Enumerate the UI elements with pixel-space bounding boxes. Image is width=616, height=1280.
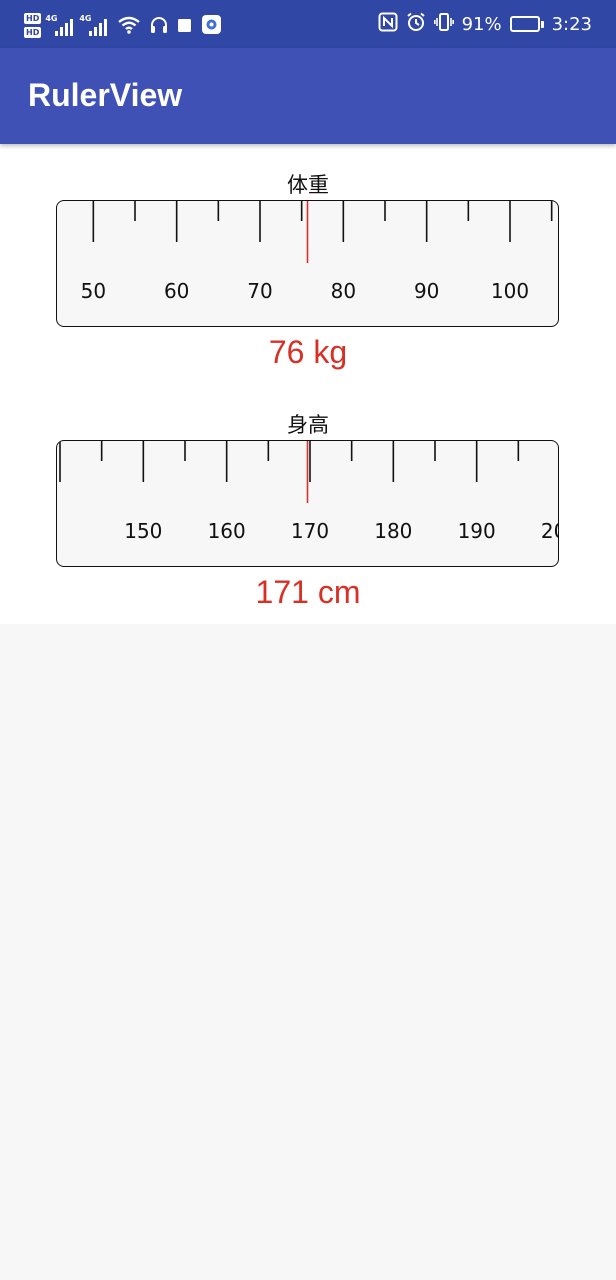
wifi-icon <box>117 16 141 34</box>
weight-label: 体重 <box>287 173 329 197</box>
height-ruler-scale: 150 160 170 180 190 200 <box>59 441 559 543</box>
height-tick-label-180: 180 <box>374 519 412 543</box>
alarm-icon <box>406 12 426 37</box>
hd-badge-1: HD <box>24 12 42 24</box>
clock: 3:23 <box>551 13 592 35</box>
headset-icon <box>149 15 169 35</box>
status-bar: HD HD 4G 4G 91% 3:23 <box>0 0 616 48</box>
height-ruler[interactable]: 150 160 170 180 190 200 <box>56 440 559 567</box>
nfc-icon <box>378 12 398 37</box>
height-tick-label-150: 150 <box>124 519 162 543</box>
network-type-1: 4G <box>45 14 58 23</box>
weight-ruler[interactable]: 50 60 70 80 90 100 <box>56 200 559 327</box>
vibrate-icon <box>433 12 454 37</box>
app-icon <box>201 14 223 36</box>
network-type-2: 4G <box>79 14 92 23</box>
weight-tick-label-90: 90 <box>414 279 439 303</box>
signal-icon: 4G <box>45 14 74 36</box>
weight-tick-label-100: 100 <box>491 279 529 303</box>
height-tick-label-170: 170 <box>291 519 329 543</box>
height-tick-label-190: 190 <box>458 519 496 543</box>
app-title: RulerView <box>28 77 183 113</box>
content-area: 体重 50 60 70 80 90 100 76 kg 身高 150 160 170 180 19… <box>0 144 616 624</box>
height-tick-label-160: 160 <box>208 519 246 543</box>
weight-tick-label-60: 60 <box>164 279 189 303</box>
status-left: HD HD 4G 4G <box>24 7 227 43</box>
weight-tick-label-80: 80 <box>331 279 356 303</box>
height-tick-label-200: 200 <box>541 519 559 543</box>
weight-ruler-scale: 50 60 70 80 90 100 <box>81 201 553 303</box>
height-label: 身高 <box>287 413 329 437</box>
height-value: 171 cm <box>255 574 361 610</box>
battery-icon <box>509 16 544 32</box>
app-bar: RulerView <box>0 48 616 144</box>
stop-icon <box>177 17 193 33</box>
weight-tick-label-70: 70 <box>247 279 272 303</box>
status-right: 91% 3:23 <box>378 0 592 48</box>
battery-percent: 91% <box>461 13 502 35</box>
signal-icon-2: 4G <box>79 14 108 36</box>
hd-badge-2: HD <box>24 26 42 38</box>
hd-indicators: HD HD <box>24 12 42 38</box>
weight-value: 76 kg <box>268 334 348 370</box>
weight-tick-label-50: 50 <box>81 279 106 303</box>
